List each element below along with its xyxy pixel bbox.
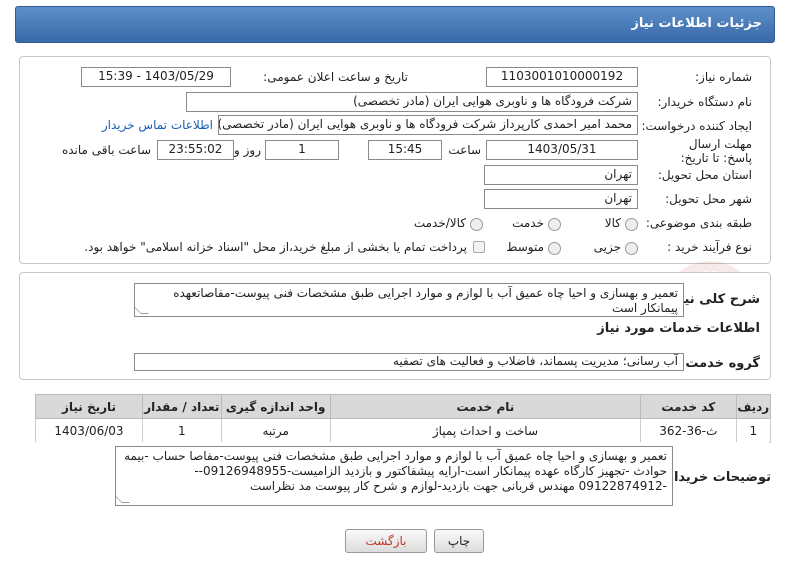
treasury-note: پرداخت تمام یا بخشی از مبلغ خرید،از محل … [84, 240, 467, 254]
buyer-notes-label: توضیحات خریدار: [661, 470, 771, 485]
header-row-number: ردیف [735, 394, 772, 419]
page-title-bar: جزئیات اطلاعات نیاز [15, 6, 775, 43]
deadline-date-field[interactable]: 1403/05/31 [486, 140, 638, 160]
process-option-medium: متوسط [506, 240, 544, 254]
category-option-goods-service: کالا/خدمت [413, 216, 466, 230]
header-need-date: تاریخ نیاز [35, 394, 143, 419]
buyer-notes-content: تعمیر و بهسازی و احیا چاه عمیق آب با لوا… [124, 449, 667, 493]
process-radio-medium[interactable] [548, 242, 561, 255]
resize-handle-icon[interactable] [135, 306, 149, 314]
deadline-time-field[interactable]: 15:45 [368, 140, 442, 160]
service-group-field[interactable]: آب رسانی؛ مدیریت پسماند، فاضلاب و فعالیت… [134, 353, 684, 371]
process-radio-minor[interactable] [625, 242, 638, 255]
back-button-label: بازگشت [365, 534, 407, 548]
print-button-label: چاپ [447, 534, 471, 548]
services-table: ردیف کد خدمت نام خدمت واحد اندازه گیری ت… [35, 394, 772, 443]
need-number-label: شماره نیاز: [695, 70, 752, 84]
buyer-notes-text[interactable]: تعمیر و بهسازی و احیا چاه عمیق آب با لوا… [115, 446, 673, 506]
header-service-code: کد خدمت [640, 394, 737, 419]
summary-text-content: تعمیر و بهسازی و احیا چاه عمیق آب با لوا… [173, 286, 678, 315]
creator-label: ایجاد کننده درخواست: [641, 119, 752, 133]
announce-label: تاریخ و ساعت اعلان عمومی: [263, 70, 408, 84]
need-number-field[interactable]: 1103001010000192 [486, 67, 638, 87]
cell-need-date: 1403/06/03 [35, 418, 143, 443]
announce-datetime-field[interactable]: 1403/05/29 - 15:39 [81, 67, 231, 87]
header-unit: واحد اندازه گیری [220, 394, 331, 419]
city-label: شهر محل تحویل: [665, 192, 752, 206]
remaining-time-field[interactable]: 23:55:02 [157, 140, 234, 160]
province-label: استان محل تحویل: [657, 168, 752, 182]
process-option-minor: جزیی [593, 240, 621, 254]
cell-service-code: ث-36-362 [640, 418, 737, 443]
days-field[interactable]: 1 [265, 140, 339, 160]
cell-unit: مرتبه [220, 418, 331, 443]
header-service-name: نام خدمت [329, 394, 642, 419]
category-radio-goods[interactable] [625, 218, 638, 231]
remaining-label: ساعت باقی مانده [61, 143, 151, 157]
cell-row-number: 1 [735, 418, 772, 443]
days-label: روز و [234, 143, 261, 157]
province-field[interactable]: تهران [484, 165, 638, 185]
category-option-service: خدمت [512, 216, 544, 230]
category-radio-service[interactable] [548, 218, 561, 231]
service-group-label: گروه خدمت: [680, 356, 760, 371]
deadline-time-label: ساعت [448, 143, 481, 157]
buyer-contact-link[interactable]: اطلاعات تماس خریدار [102, 118, 213, 132]
table-header-row: ردیف کد خدمت نام خدمت واحد اندازه گیری ت… [35, 394, 772, 419]
category-option-goods: کالا [604, 216, 621, 230]
services-section-title: اطلاعات خدمات مورد نیاز [597, 321, 760, 336]
category-label: طبقه بندی موضوعی: [645, 216, 752, 230]
cell-service-name: ساخت و احداث پمپاژ [329, 418, 642, 443]
header-quantity: تعداد / مقدار [142, 394, 222, 419]
process-label: نوع فرآیند خرید : [667, 240, 752, 254]
buyer-org-field[interactable]: شرکت فرودگاه ها و ناوبری هوایی ایران (ما… [186, 92, 638, 112]
resize-handle-icon[interactable] [116, 495, 130, 503]
buyer-org-label: نام دستگاه خریدار: [657, 95, 753, 109]
category-radio-goods-service[interactable] [470, 218, 483, 231]
creator-field[interactable]: محمد امیر احمدی کارپرداز شرکت فرودگاه ها… [218, 115, 638, 135]
table-row[interactable]: 1 ث-36-362 ساخت و احداث پمپاژ مرتبه 1 14… [35, 418, 772, 443]
deadline-label: مهلت ارسال پاسخ: تا تاریخ: [680, 137, 752, 165]
page-title: جزئیات اطلاعات نیاز [631, 16, 762, 31]
city-field[interactable]: تهران [484, 189, 638, 209]
print-button[interactable]: چاپ [434, 529, 484, 553]
back-button[interactable]: بازگشت [345, 529, 427, 553]
cell-quantity: 1 [142, 418, 222, 443]
summary-text[interactable]: تعمیر و بهسازی و احیا چاه عمیق آب با لوا… [134, 283, 684, 317]
need-info-panel [19, 56, 771, 264]
treasury-checkbox[interactable] [473, 241, 485, 253]
